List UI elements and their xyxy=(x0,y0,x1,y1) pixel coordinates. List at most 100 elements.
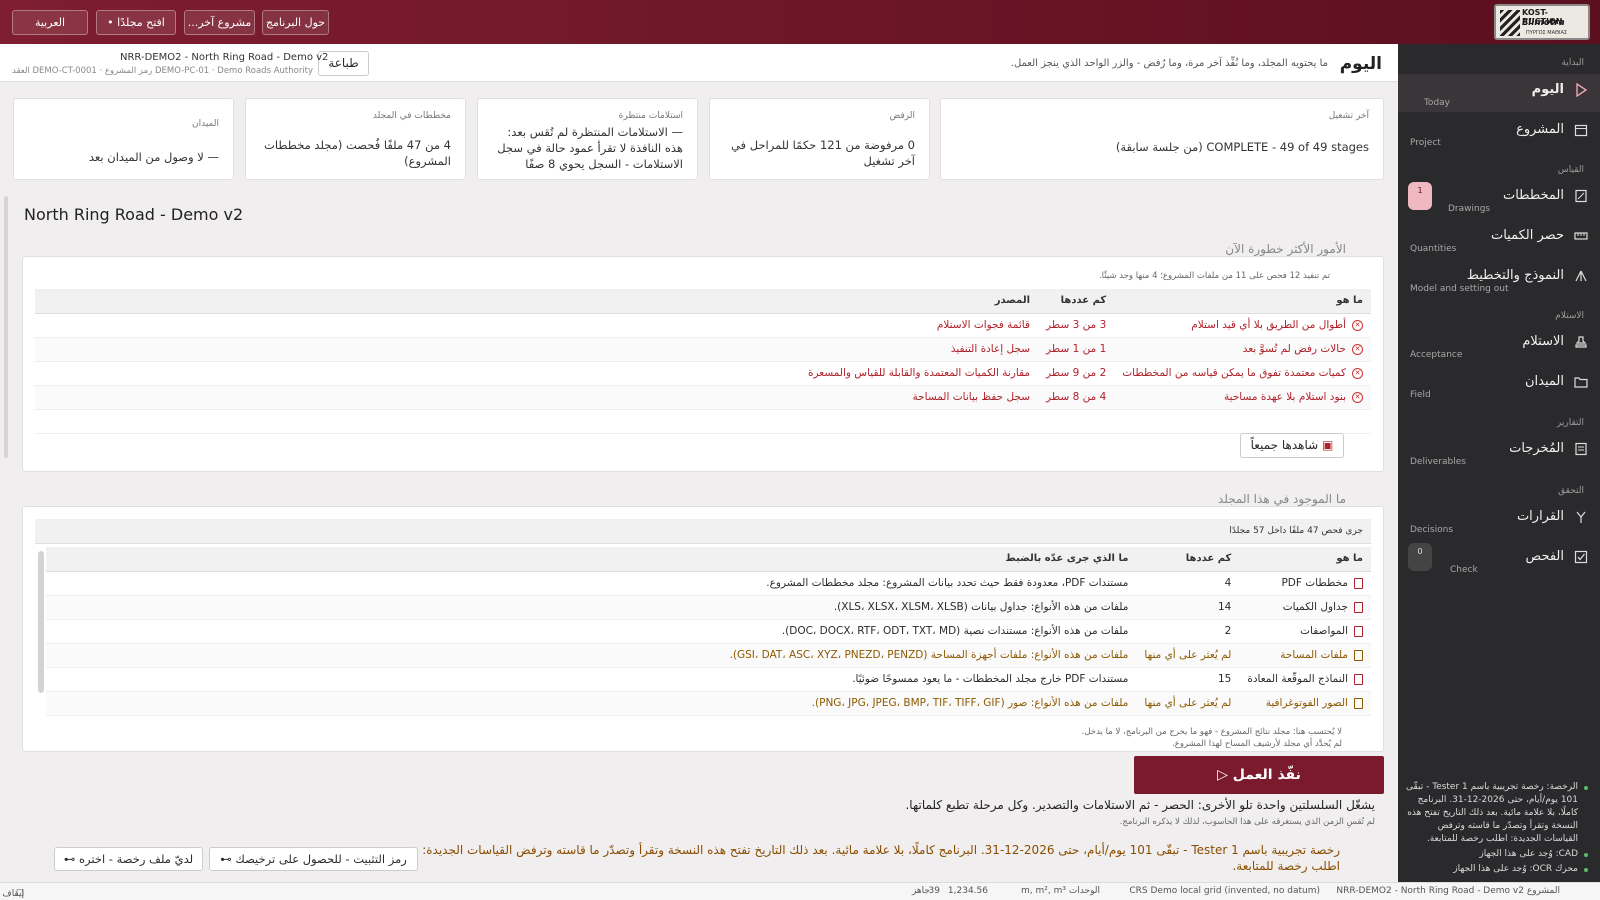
risk-source-link[interactable]: مقارنة الكميات المعتمدة والقابلة للقياس … xyxy=(35,361,1039,386)
spreadsheet-icon xyxy=(1354,601,1363,613)
card-value: 4 من 47 ملفًا فُحصت (مجلد مخططات المشروع… xyxy=(264,138,451,168)
risk-source-link[interactable]: سجل حفظ بيانات المساحة xyxy=(35,385,1039,410)
logo-mark-icon xyxy=(1500,10,1520,36)
document-icon xyxy=(1354,625,1363,637)
sidebar-group-verify: التحقق xyxy=(1558,486,1584,496)
folder-note: جرى فحص 47 ملفًا داخل 57 مجلدًا xyxy=(35,519,1371,544)
folder-item-name: جداول الكميات xyxy=(1282,601,1348,613)
sidebar-item-field[interactable]: الميدان Field xyxy=(1398,366,1600,404)
table-row[interactable]: جداول الكميات 14 ملفات من هذه الأنواع: ج… xyxy=(46,595,1371,620)
sidebar-item-label: المخططات xyxy=(1502,188,1564,203)
sidebar-item-quantities[interactable]: حصر الكميات Quantities xyxy=(1398,220,1600,258)
risk-what: أطوال من الطريق بلا أي قيد استلام xyxy=(1191,319,1346,331)
card-value: — لا وصول من الميدان بعد xyxy=(88,150,219,164)
folder-item-count: 2 xyxy=(1136,619,1240,644)
column-header-detail: ما الذي جرى عدّه بالضبط xyxy=(46,547,1137,572)
license-file-button[interactable]: لديّ ملف رخصة - اختره ⊶ xyxy=(54,847,203,871)
content-scrollbar[interactable] xyxy=(4,196,8,458)
risk-source-link[interactable]: سجل إعادة التنفيذ xyxy=(35,337,1039,362)
table-row[interactable]: ملفات المساحة لم يُعثر على أي منها ملفات… xyxy=(46,643,1371,668)
folder-section-title: ما الموجود في هذا المجلد xyxy=(1217,492,1346,506)
table-row-empty xyxy=(35,409,1371,434)
sidebar-item-sublabel: Acceptance xyxy=(1410,350,1463,360)
license-banner: رخصة تجريبية باسم Tester 1 - تبقّى 101 ي… xyxy=(422,843,1340,873)
table-row[interactable]: ✕ حالات رفض لم تُسوَّ بعد 1 من 1 سطر سجل … xyxy=(35,337,1371,362)
sidebar-item-sublabel: Decisions xyxy=(1410,525,1454,535)
status-project: المشروع NRR-DEMO2 - North Ring Road - De… xyxy=(1336,886,1560,896)
sidebar-item-label: المُخرجات xyxy=(1509,441,1564,456)
folder-item-detail: ملفات من هذه الأنواع: ملفات أجهزة المساح… xyxy=(46,643,1137,668)
sidebar-item-deliverables[interactable]: المُخرجات Deliverables xyxy=(1398,433,1600,471)
risk-source-link[interactable]: قائمة فجوات الاستلام xyxy=(35,313,1039,338)
sidebar-item-sublabel: Model and setting out xyxy=(1410,284,1509,294)
status-cad: CAD: وُجد على هذا الجهاز xyxy=(1403,848,1588,861)
logo-line-3: ΠΥΡΓΟΣ ΜΑΘΙΑΣ xyxy=(1526,30,1568,36)
status-license: الرخصة: رخصة تجريبية باسم Tester 1 - تبق… xyxy=(1403,781,1588,846)
report-icon xyxy=(1575,442,1587,456)
app-logo: KOST-RUCTION Elimotra ΠΥΡΓΟΣ ΜΑΘΙΑΣ xyxy=(1494,4,1590,40)
table-row[interactable]: الصور الفوتوغرافية لم يُعثر على أي منها … xyxy=(46,691,1371,716)
signed-form-icon xyxy=(1354,673,1363,685)
pin-code-button[interactable]: رمز التثبيت - للحصول على ترخيصك ⊶ xyxy=(209,847,418,871)
ruler-icon xyxy=(1574,232,1588,240)
about-button[interactable]: حول البرنامج xyxy=(262,10,329,35)
folder-item-count: 15 xyxy=(1136,667,1240,692)
error-icon: ✕ xyxy=(1352,391,1363,403)
top-bar: KOST-RUCTION Elimotra ΠΥΡΓΟΣ ΜΑΘΙΑΣ حول … xyxy=(0,0,1600,44)
project-title: North Ring Road - Demo v2 xyxy=(24,205,244,224)
table-row[interactable]: ✕ أطوال من الطريق بلا أي قيد استلام 3 من … xyxy=(35,313,1371,338)
sidebar-item-sublabel: Deliverables xyxy=(1410,457,1466,467)
sidebar-item-label: الميدان xyxy=(1525,374,1564,389)
calendar-icon xyxy=(1574,124,1588,137)
other-project-button[interactable]: مشروع آخر... xyxy=(184,10,255,35)
sidebar-item-sublabel: Today xyxy=(1423,98,1450,108)
folder-footnote-excluded: لا يُحتسب هنا: مجلد نتائج المشروع - فهو … xyxy=(1081,727,1342,737)
risk-what: كميات معتمدة تفوق ما يمكن قياسه من المخط… xyxy=(1122,367,1346,379)
sidebar-item-project[interactable]: المشروع Project xyxy=(1398,114,1600,152)
folder-item-name: المواصفات xyxy=(1300,625,1348,637)
risks-table: ما هو كم عددها المصدر ✕ أطوال من الطريق ب… xyxy=(35,289,1371,434)
sidebar-item-decisions[interactable]: القرارات Decisions xyxy=(1398,501,1600,539)
column-header-source: المصدر xyxy=(35,289,1039,314)
status-coordinates: 1,234.56 xyxy=(947,886,988,896)
sidebar-item-sublabel: Project xyxy=(1410,138,1441,148)
card-drawings-in-folder: مخططات في المجلد 4 من 47 ملفًا فُحصت (مج… xyxy=(245,98,466,180)
sidebar-item-acceptance[interactable]: الاستلام Acceptance xyxy=(1398,326,1600,364)
stamp-icon xyxy=(1575,336,1587,348)
drawing-icon xyxy=(1575,189,1587,203)
folder-item-name: ملفات المساحة xyxy=(1280,649,1348,661)
folder-item-detail: ملفات من هذه الأنواع: جداول بيانات (XLS،… xyxy=(46,595,1137,620)
folder-item-detail: ملفات من هذه الأنواع: مستندات نصية (DOC،… xyxy=(46,619,1137,644)
language-button[interactable]: العربية xyxy=(12,10,88,35)
table-row[interactable]: النماذج الموقّعة المعادة 15 مستندات PDF … xyxy=(46,667,1371,692)
page-heading: اليوم xyxy=(1339,54,1382,74)
view-all-button[interactable]: ▣ شاهدها جميعاً xyxy=(1240,433,1344,458)
sidebar-group-start: البداية xyxy=(1561,58,1584,68)
error-icon: ✕ xyxy=(1352,343,1363,355)
card-value: — الاستلامات المنتظرة لم تُقس بعد: هذه ا… xyxy=(497,125,683,171)
sidebar-item-sublabel: Check xyxy=(1450,565,1478,575)
project-name: NRR-DEMO2 - North Ring Road - Demo v2 xyxy=(120,52,329,63)
sidebar-item-today[interactable]: اليوم Today xyxy=(1398,74,1600,112)
risk-count: 4 من 8 سطر xyxy=(1038,385,1115,410)
table-row[interactable]: ✕ كميات معتمدة تفوق ما يمكن قياسه من المخ… xyxy=(35,361,1371,386)
folder-item-count: 4 xyxy=(1136,571,1240,596)
survey-tripod-icon xyxy=(1575,270,1587,282)
clipboard-icon: ▣ xyxy=(1318,438,1334,452)
sidebar-item-check[interactable]: الفحص Check 0 xyxy=(1398,541,1600,579)
folder-table-scrollbar[interactable] xyxy=(38,551,44,693)
table-row[interactable]: المواصفات 2 ملفات من هذه الأنواع: مستندا… xyxy=(46,619,1371,644)
status-bar: المشروع NRR-DEMO2 - North Ring Road - De… xyxy=(0,882,1600,900)
table-row[interactable]: ✕بنود استلام بلا عهدة مساحية 4 من 8 سطر … xyxy=(35,385,1371,410)
status-ocr: محرك OCR: وُجد على هذا الجهاز xyxy=(1403,863,1588,876)
open-folder-button[interactable]: افتح مجلدًا • xyxy=(96,10,176,35)
sidebar-item-drawings[interactable]: المخططات Drawings 1 xyxy=(1398,180,1600,218)
sidebar-item-label: حصر الكميات xyxy=(1490,228,1564,243)
sidebar-item-model[interactable]: النموذج والتخطيط Model and setting out xyxy=(1398,260,1600,298)
run-note: لم تُقسِ الزمن الذي يستغرقه على هذا الحا… xyxy=(1119,817,1375,827)
risk-count: 2 من 9 سطر xyxy=(1038,361,1115,386)
run-button[interactable]: نفّذ العمل ▷ xyxy=(1134,756,1384,794)
table-row[interactable]: مخططات PDF 4 مستندات PDF، معدودة فقط حيث… xyxy=(46,571,1371,596)
sidebar-item-label: المشروع xyxy=(1516,122,1564,137)
page-header: اليوم ما يحتويه المجلد، وما نُفِّذ آخر م… xyxy=(0,44,1398,82)
